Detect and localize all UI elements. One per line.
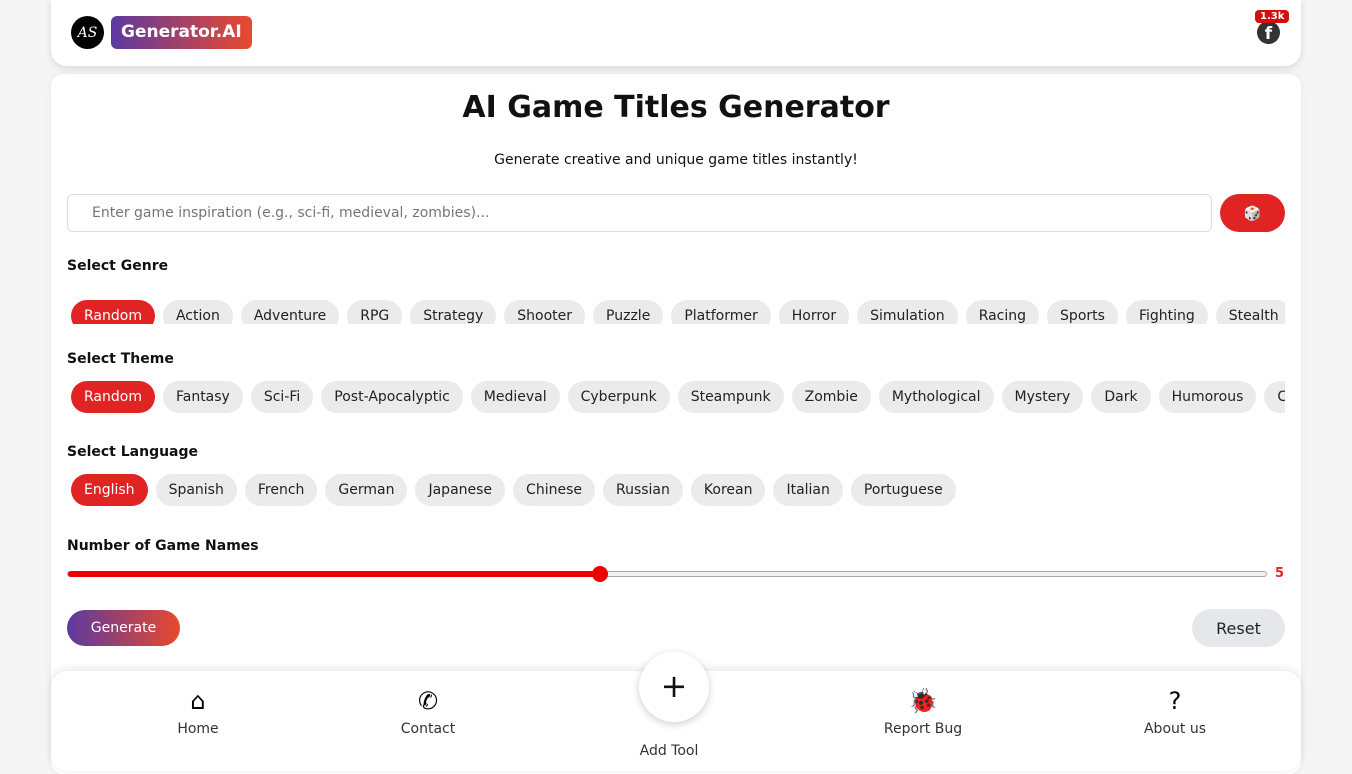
nav-about-label: About us: [1143, 721, 1206, 737]
chip-option[interactable]: Shooter: [504, 300, 586, 324]
chip-option[interactable]: Platformer: [671, 300, 771, 324]
nav-contact-label: Contact: [400, 721, 456, 737]
nav-home[interactable]: ⌂ Home: [138, 685, 258, 737]
chip-option[interactable]: Italian: [773, 474, 843, 506]
chip-option[interactable]: Cute: [1264, 381, 1285, 413]
chip-option[interactable]: Adventure: [240, 300, 340, 324]
nav-home-label: Home: [177, 721, 219, 737]
count-label: Number of Game Names: [67, 538, 259, 554]
theme-chips: Random Fantasy Sci-Fi Post-Apocalyptic Medie…: [67, 377, 1285, 417]
random-dice-button[interactable]: 🎲: [1220, 194, 1285, 232]
chip-option[interactable]: Humorous: [1158, 381, 1257, 413]
chip-option[interactable]: RPG: [347, 300, 403, 324]
reset-button[interactable]: Reset: [1192, 609, 1285, 647]
chip-option[interactable]: Mystery: [1001, 381, 1084, 413]
nav-report-bug[interactable]: 🐞 Report Bug: [863, 685, 983, 737]
chip-option[interactable]: Sci-Fi: [250, 381, 314, 413]
nav-bug-label: Report Bug: [883, 721, 963, 737]
count-value: 5: [1275, 566, 1285, 581]
chip-option[interactable]: Simulation: [857, 300, 958, 324]
top-bar: AS Generator.AI f 1.3k: [51, 0, 1301, 66]
chip-option[interactable]: Russian: [602, 474, 683, 506]
chip-option[interactable]: Mythological: [878, 381, 994, 413]
subtitle: Generate creative and unique game titles…: [494, 152, 858, 168]
question-icon: ?: [1168, 687, 1182, 715]
chip-option[interactable]: Puzzle: [593, 300, 664, 324]
language-chips: English Spanish French German Japanese Chines…: [67, 470, 1285, 510]
chip-option[interactable]: Random: [71, 381, 155, 413]
slider-fill: [68, 571, 601, 577]
chip-option[interactable]: French: [244, 474, 318, 506]
home-icon: ⌂: [190, 687, 206, 715]
chip-option[interactable]: English: [71, 474, 148, 506]
dice-icon: 🎲: [1243, 204, 1262, 221]
chip-option[interactable]: Fantasy: [162, 381, 243, 413]
chip-option[interactable]: Sports: [1047, 300, 1118, 324]
theme-label: Select Theme: [67, 351, 174, 367]
chip-option[interactable]: Chinese: [513, 474, 595, 506]
chip-option[interactable]: Stealth: [1215, 300, 1285, 324]
brand-logo[interactable]: Generator.AI: [111, 16, 252, 49]
chip-option[interactable]: Korean: [690, 474, 766, 506]
facebook-icon[interactable]: f: [1257, 21, 1280, 44]
share-count-badge: 1.3k: [1255, 10, 1290, 23]
nav-about[interactable]: ? About us: [1115, 685, 1235, 737]
chip-option[interactable]: German: [325, 474, 408, 506]
chip-option[interactable]: Fighting: [1125, 300, 1208, 324]
page-title: AI Game Titles Generator: [462, 90, 890, 125]
nav-contact[interactable]: ✆ Contact: [368, 685, 488, 737]
chip-option[interactable]: Post-Apocalyptic: [321, 381, 463, 413]
chip-option[interactable]: Japanese: [415, 474, 506, 506]
genre-chips: Random Action Adventure RPG Strategy Shooter P…: [67, 284, 1285, 324]
bottom-nav: ⌂ Home ✆ Contact + Add Tool 🐞 Report Bug ? A…: [51, 652, 1301, 771]
chip-option[interactable]: Racing: [965, 300, 1040, 324]
chip-option[interactable]: Action: [162, 300, 233, 324]
slider-thumb[interactable]: [592, 566, 609, 582]
chip-option[interactable]: Medieval: [470, 381, 560, 413]
add-tool-button[interactable]: +: [639, 652, 709, 722]
chip-option[interactable]: Cyberpunk: [567, 381, 670, 413]
chip-option[interactable]: Random: [71, 300, 155, 324]
language-label: Select Language: [67, 444, 199, 460]
inspiration-input[interactable]: [67, 194, 1212, 232]
bug-icon: 🐞: [908, 687, 938, 715]
genre-label: Select Genre: [67, 258, 169, 274]
plus-icon: +: [660, 667, 688, 705]
chip-option[interactable]: Portuguese: [850, 474, 956, 506]
count-slider[interactable]: [67, 566, 1267, 582]
nav-add-tool-label[interactable]: Add Tool: [609, 743, 729, 759]
generate-button[interactable]: Generate: [67, 610, 180, 646]
chip-option[interactable]: Spanish: [155, 474, 237, 506]
chip-option[interactable]: Zombie: [791, 381, 871, 413]
logo[interactable]: AS: [71, 16, 104, 49]
phone-icon: ✆: [417, 687, 439, 715]
chip-option[interactable]: Steampunk: [677, 381, 784, 413]
chip-option[interactable]: Horror: [778, 300, 850, 324]
chip-option[interactable]: Strategy: [410, 300, 497, 324]
chip-option[interactable]: Dark: [1091, 381, 1151, 413]
